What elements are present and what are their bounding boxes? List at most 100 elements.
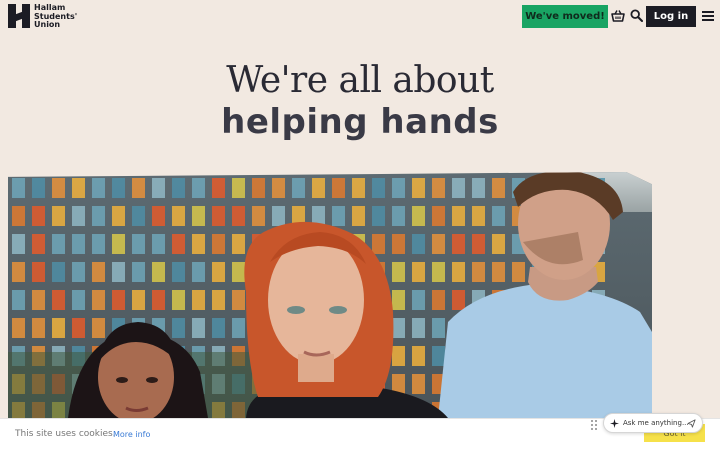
building-window <box>152 262 165 282</box>
building-window <box>92 290 105 310</box>
building-window <box>472 178 485 198</box>
building-window <box>352 178 365 198</box>
building-window <box>32 234 45 254</box>
building-window <box>332 206 345 226</box>
building-window <box>32 318 45 338</box>
building-window <box>452 206 465 226</box>
building-window <box>392 290 405 310</box>
building-window <box>272 206 285 226</box>
building-window <box>152 178 165 198</box>
building-window <box>52 178 65 198</box>
building-window <box>432 290 445 310</box>
logo-text: Hallam Students' Union <box>34 3 77 30</box>
building-window <box>32 206 45 226</box>
building-window <box>492 234 505 254</box>
building-window <box>212 290 225 310</box>
building-window <box>432 178 445 198</box>
building-window <box>112 234 125 254</box>
building-window <box>132 262 145 282</box>
building-window <box>132 234 145 254</box>
drag-handle-icon[interactable] <box>590 419 598 431</box>
building-window <box>492 262 505 282</box>
building-window <box>472 206 485 226</box>
building-window <box>512 262 525 282</box>
building-window <box>392 318 405 338</box>
building-window <box>472 262 485 282</box>
building-window <box>12 262 25 282</box>
building-window <box>492 178 505 198</box>
building-window <box>352 206 365 226</box>
building-window <box>232 178 245 198</box>
building-window <box>72 206 85 226</box>
building-window <box>392 346 405 366</box>
building-window <box>272 178 285 198</box>
building-window <box>112 290 125 310</box>
building-window <box>12 206 25 226</box>
building-window <box>412 318 425 338</box>
building-window <box>172 290 185 310</box>
building-window <box>192 290 205 310</box>
hallam-su-logo[interactable]: Hallam Students' Union <box>8 3 77 30</box>
building-window <box>112 262 125 282</box>
hero-heading-line-2: helping hands <box>221 102 499 142</box>
building-window <box>132 206 145 226</box>
menu-icon[interactable] <box>702 11 714 21</box>
building-window <box>172 318 185 338</box>
building-window <box>92 262 105 282</box>
building-window <box>92 178 105 198</box>
building-window <box>172 262 185 282</box>
building-window <box>412 290 425 310</box>
building-window <box>412 262 425 282</box>
building-window <box>192 318 205 338</box>
building-window <box>112 178 125 198</box>
building-window <box>32 178 45 198</box>
building-window <box>412 178 425 198</box>
building-window <box>412 374 425 394</box>
sparkle-icon <box>610 418 619 428</box>
building-window <box>72 262 85 282</box>
building-window <box>392 206 405 226</box>
building-window <box>112 206 125 226</box>
building-window <box>412 206 425 226</box>
building-window <box>292 178 305 198</box>
building-window <box>152 290 165 310</box>
building-window <box>472 234 485 254</box>
building-window <box>372 234 385 254</box>
weve-moved-button[interactable]: We've moved! <box>522 5 608 28</box>
building-window <box>232 318 245 338</box>
building-window <box>152 234 165 254</box>
building-window <box>132 290 145 310</box>
send-icon[interactable] <box>687 419 696 428</box>
building-window <box>452 178 465 198</box>
building-window <box>212 262 225 282</box>
building-window <box>232 206 245 226</box>
basket-icon[interactable] <box>611 9 625 23</box>
hero-heading-line-1: We're all about <box>226 60 494 101</box>
site-header: Hallam Students' Union We've moved! Log … <box>0 0 720 34</box>
log-in-button[interactable]: Log in <box>646 6 696 27</box>
cookie-message: This site uses cookies. <box>15 429 116 439</box>
building-window <box>492 206 505 226</box>
building-window <box>192 262 205 282</box>
building-window <box>232 234 245 254</box>
building-window <box>12 318 25 338</box>
building-window <box>52 206 65 226</box>
building-window <box>392 234 405 254</box>
building-window <box>332 178 345 198</box>
building-window <box>392 262 405 282</box>
building-window <box>52 262 65 282</box>
building-window <box>32 262 45 282</box>
search-icon[interactable] <box>630 9 643 22</box>
building-window <box>132 178 145 198</box>
building-window <box>452 290 465 310</box>
ask-assistant-input[interactable]: Ask me anything... <box>603 413 703 433</box>
building-window <box>232 262 245 282</box>
logo-mark-icon <box>8 4 30 28</box>
building-window <box>52 290 65 310</box>
logo-line-3: Union <box>34 20 61 29</box>
building-window <box>172 234 185 254</box>
building-window <box>372 178 385 198</box>
building-window <box>392 178 405 198</box>
cookie-more-info-link[interactable]: More info <box>113 430 150 439</box>
building-window <box>412 234 425 254</box>
